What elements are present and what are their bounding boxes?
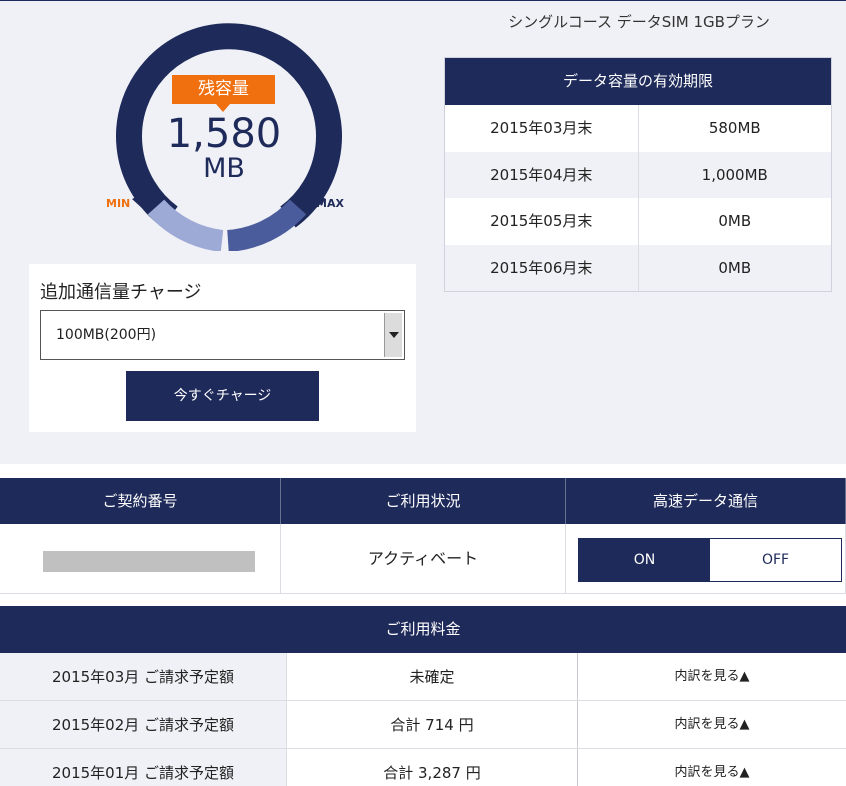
usage-status: アクティベート <box>281 524 566 593</box>
remaining-value: 1,580 <box>166 111 282 157</box>
breakdown-link[interactable]: 内訳を見る▲ <box>578 701 846 748</box>
table-row: アクティベート ON OFF <box>0 524 846 594</box>
validity-amount: 0MB <box>718 212 752 230</box>
usage-status-header: ご利用状況 <box>281 478 566 524</box>
validity-month: 2015年04月末 <box>445 151 639 198</box>
validity-month: 2015年05月末 <box>445 198 639 245</box>
charge-selected-value: 100MB(200円) <box>56 327 157 343</box>
masked-contract-number <box>43 551 255 572</box>
breakdown-link[interactable]: 内訳を見る▲ <box>578 749 846 786</box>
billing-amount: 合計 714 円 <box>287 701 578 748</box>
high-speed-toggle[interactable]: ON OFF <box>578 538 842 582</box>
gauge-min-label: MIN <box>106 197 131 210</box>
high-speed-cell: ON OFF <box>566 524 846 593</box>
contract-number-cell <box>0 524 281 593</box>
billing-header: ご利用料金 <box>0 606 846 653</box>
table-row: 2015年02月 ご請求予定額 合計 714 円 内訳を見る▲ <box>0 701 846 749</box>
billing-table: ご利用料金 2015年03月 ご請求予定額 未確定 内訳を見る▲ 2015年02… <box>0 606 846 786</box>
validity-amount: 1,000MB <box>701 165 768 184</box>
contract-header: ご契約番号 ご利用状況 高速データ通信 <box>0 478 846 524</box>
table-row: 2015年03月末 580MB <box>445 105 831 152</box>
table-row: 2015年03月 ご請求予定額 未確定 内訳を見る▲ <box>0 653 846 701</box>
validity-header: データ容量の有効期限 <box>445 58 831 105</box>
contract-number-header: ご契約番号 <box>0 478 281 524</box>
chevron-down-icon[interactable] <box>384 313 402 357</box>
validity-month: 2015年03月末 <box>445 105 639 152</box>
toggle-on-button[interactable]: ON <box>579 539 710 581</box>
billing-amount: 合計 3,287 円 <box>287 749 578 786</box>
breakdown-link[interactable]: 内訳を見る▲ <box>578 653 846 700</box>
charge-amount-select[interactable]: 100MB(200円) <box>40 310 405 360</box>
validity-amount: 580MB <box>708 119 761 137</box>
billing-label: 2015年03月 ご請求予定額 <box>0 653 287 700</box>
contract-table: ご契約番号 ご利用状況 高速データ通信 アクティベート ON OFF <box>0 478 846 594</box>
billing-label: 2015年01月 ご請求予定額 <box>0 749 287 786</box>
billing-label: 2015年02月 ご請求予定額 <box>0 701 287 748</box>
plan-name: シングルコース データSIM 1GBプラン <box>508 13 770 31</box>
validity-amount: 0MB <box>718 258 752 277</box>
gauge-max-label: MAX <box>316 197 344 210</box>
remaining-unit: MB <box>203 153 245 184</box>
charge-title: 追加通信量チャージ <box>40 282 202 303</box>
toggle-off-button[interactable]: OFF <box>710 539 841 581</box>
billing-amount: 未確定 <box>287 653 578 700</box>
remaining-badge: 残容量 <box>172 75 275 112</box>
validity-table: データ容量の有効期限 2015年03月末 580MB 2015年04月末 1,0… <box>444 57 832 292</box>
table-row: 2015年01月 ご請求予定額 合計 3,287 円 内訳を見る▲ <box>0 749 846 786</box>
charge-panel: 追加通信量チャージ 100MB(200円) 今すぐチャージ <box>29 264 416 432</box>
table-row: 2015年04月末 1,000MB <box>445 151 831 198</box>
high-speed-header: 高速データ通信 <box>566 478 846 524</box>
charge-now-button[interactable]: 今すぐチャージ <box>126 371 319 421</box>
top-area: 残容量 1,580 MB MIN MAX シングルコース データSIM 1GBプ… <box>0 0 846 464</box>
table-row: 2015年06月末 0MB <box>445 244 831 291</box>
table-row: 2015年05月末 0MB <box>445 198 831 245</box>
validity-month: 2015年06月末 <box>445 244 639 291</box>
